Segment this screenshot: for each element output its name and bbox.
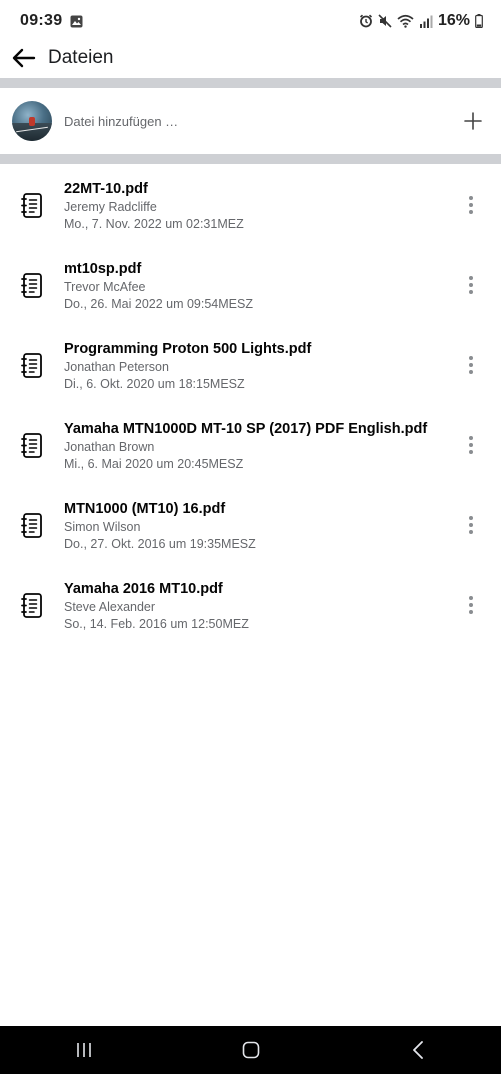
document-icon [20, 352, 44, 378]
file-name: Yamaha 2016 MT10.pdf [64, 580, 223, 597]
file-author: Jonathan Peterson [64, 359, 169, 374]
file-row[interactable]: Yamaha MTN1000D MT-10 SP (2017) PDF Engl… [0, 405, 501, 485]
image-icon [70, 15, 83, 28]
file-author: Jonathan Brown [64, 439, 155, 454]
file-text: mt10sp.pdf Trevor McAfee Do., 26. Mai 20… [64, 258, 501, 313]
more-options-icon[interactable] [461, 193, 481, 217]
more-options-icon[interactable] [461, 593, 481, 617]
file-text: Programming Proton 500 Lights.pdf Jonath… [64, 338, 501, 393]
more-options-icon[interactable] [461, 513, 481, 537]
chevron-left-icon [412, 1041, 423, 1059]
status-bar: 09:39 16% [0, 0, 501, 42]
file-name: MTN1000 (MT10) 16.pdf [64, 500, 226, 517]
wifi-icon [397, 14, 414, 28]
file-text: Yamaha MTN1000D MT-10 SP (2017) PDF Engl… [64, 418, 501, 473]
more-options-icon[interactable] [461, 433, 481, 457]
file-date: So., 14. Feb. 2016 um 12:50MEZ [64, 616, 249, 631]
status-time: 09:39 [20, 12, 63, 29]
file-date: Do., 27. Okt. 2016 um 19:35MESZ [64, 536, 256, 551]
more-options-icon[interactable] [461, 273, 481, 297]
file-row[interactable]: MTN1000 (MT10) 16.pdf Simon Wilson Do., … [0, 485, 501, 565]
alarm-icon [359, 14, 373, 28]
add-file-input[interactable]: Datei hinzufügen … [64, 114, 453, 129]
more-options-icon[interactable] [461, 353, 481, 377]
document-icon [20, 592, 44, 618]
mute-icon [378, 14, 392, 28]
file-row[interactable]: 22MT-10.pdf Jeremy Radcliffe Mo., 7. Nov… [0, 165, 501, 245]
status-left: 09:39 [20, 12, 83, 30]
top-divider [0, 78, 501, 88]
document-icon [20, 272, 44, 298]
add-file-row[interactable]: Datei hinzufügen … [0, 88, 501, 154]
document-icon [20, 512, 44, 538]
back-button[interactable] [0, 38, 48, 78]
home-button[interactable] [221, 1026, 281, 1074]
avatar [12, 101, 52, 141]
file-author: Steve Alexander [64, 599, 156, 614]
file-date: Mo., 7. Nov. 2022 um 02:31MEZ [64, 216, 244, 231]
file-name: mt10sp.pdf [64, 260, 142, 277]
signal-icon [419, 15, 433, 28]
file-list: 22MT-10.pdf Jeremy Radcliffe Mo., 7. Nov… [0, 165, 501, 645]
file-author: Jeremy Radcliffe [64, 199, 157, 214]
home-icon [242, 1041, 259, 1059]
recent-apps-icon [76, 1043, 91, 1057]
plus-icon [464, 112, 482, 130]
add-file-button[interactable] [453, 101, 493, 141]
document-icon [20, 192, 44, 218]
screen: 09:39 16% Dateien Datei hinzufügen … 22M… [0, 0, 501, 1074]
file-name: Programming Proton 500 Lights.pdf [64, 340, 312, 357]
file-text: Yamaha 2016 MT10.pdf Steve Alexander So.… [64, 578, 501, 633]
status-right: 16% [359, 12, 483, 30]
battery-percent: 16% [437, 12, 470, 29]
file-row[interactable]: Programming Proton 500 Lights.pdf Jonath… [0, 325, 501, 405]
file-date: Do., 26. Mai 2022 um 09:54MESZ [64, 296, 253, 311]
recent-apps-button[interactable] [54, 1026, 114, 1074]
file-row[interactable]: Yamaha 2016 MT10.pdf Steve Alexander So.… [0, 565, 501, 645]
document-icon [20, 432, 44, 458]
file-date: Di., 6. Okt. 2020 um 18:15MESZ [64, 376, 245, 391]
back-nav-button[interactable] [388, 1026, 448, 1074]
app-bar: Dateien [0, 38, 501, 78]
arrow-left-icon [12, 48, 36, 68]
file-name: Yamaha MTN1000D MT-10 SP (2017) PDF Engl… [64, 420, 428, 437]
file-text: MTN1000 (MT10) 16.pdf Simon Wilson Do., … [64, 498, 501, 553]
system-nav-bar [0, 1026, 501, 1074]
page-title: Dateien [48, 47, 114, 68]
battery-icon [475, 14, 483, 28]
file-name: 22MT-10.pdf [64, 180, 148, 197]
file-text: 22MT-10.pdf Jeremy Radcliffe Mo., 7. Nov… [64, 178, 501, 233]
list-divider [0, 154, 501, 164]
file-author: Trevor McAfee [64, 279, 146, 294]
file-row[interactable]: mt10sp.pdf Trevor McAfee Do., 26. Mai 20… [0, 245, 501, 325]
file-date: Mi., 6. Mai 2020 um 20:45MESZ [64, 456, 244, 471]
file-author: Simon Wilson [64, 519, 141, 534]
